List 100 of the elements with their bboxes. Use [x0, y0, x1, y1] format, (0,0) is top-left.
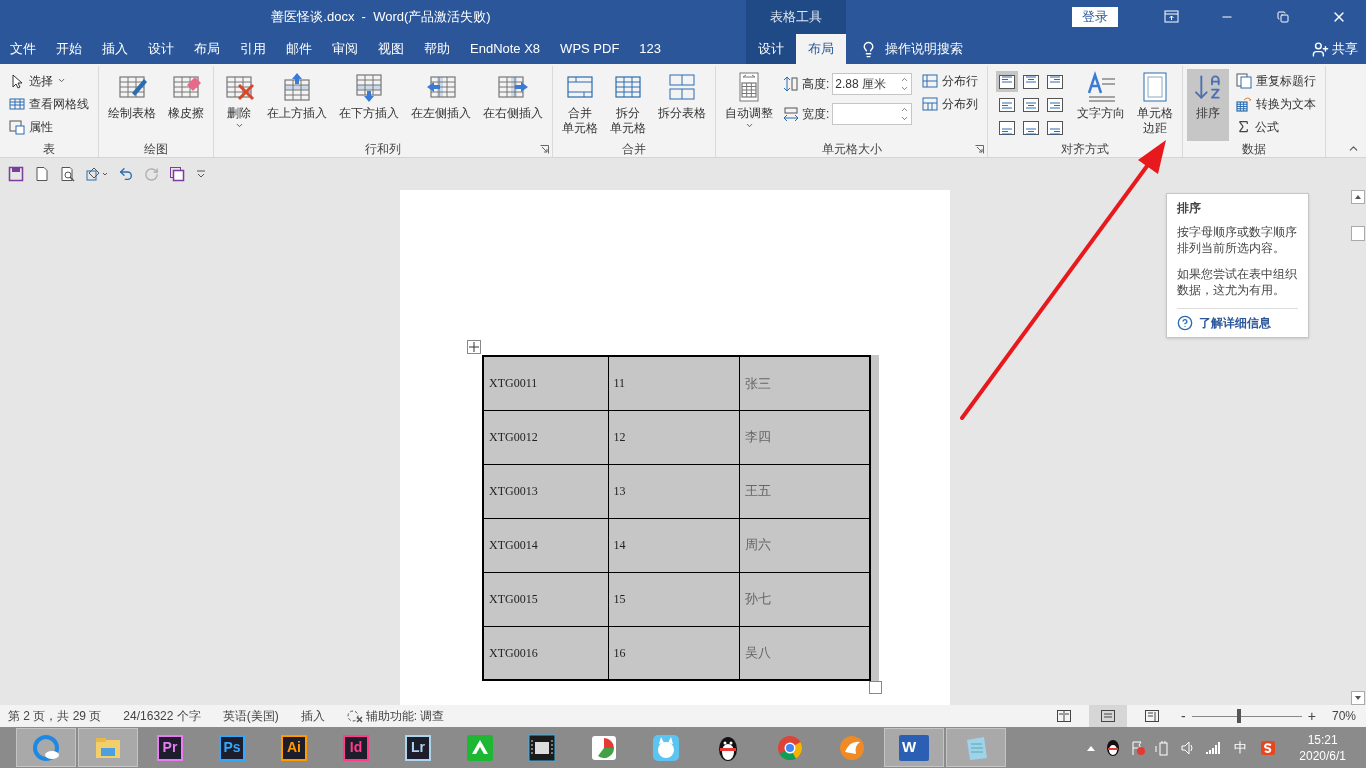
ribbon-tab[interactable]: 引用: [230, 34, 276, 64]
spinner-field[interactable]: 2.88 厘米: [832, 73, 913, 95]
table-cell: XTG0013: [483, 464, 608, 518]
dialog-launcher-icon[interactable]: [975, 145, 985, 154]
ribbon-button[interactable]: 分布列: [920, 92, 981, 115]
print-preview-icon[interactable]: [60, 166, 76, 182]
spin-down-icon[interactable]: [900, 114, 910, 123]
film-icon: [528, 733, 556, 762]
new-document-icon[interactable]: [34, 166, 50, 182]
zoom-in-button[interactable]: +: [1307, 705, 1316, 727]
ribbon-tab[interactable]: 插入: [92, 34, 138, 64]
table-move-handle-icon[interactable]: [467, 340, 481, 354]
ribbon-tab[interactable]: 审阅: [322, 34, 368, 64]
view-mode-icon: [1100, 709, 1117, 723]
app-badge-icon: Pr: [157, 734, 183, 761]
align-button[interactable]: [996, 71, 1019, 92]
save-all-icon[interactable]: [169, 166, 185, 182]
ribbon-button[interactable]: 橡皮擦: [163, 69, 209, 141]
window-title: 善医怪谈.docx - Word(产品激活失败): [271, 8, 491, 27]
ribbon-tab[interactable]: 开始: [46, 34, 92, 64]
taskbar-app[interactable]: Ai: [264, 728, 324, 767]
ribbon-tab[interactable]: 帮助: [414, 34, 460, 64]
zoom-slider[interactable]: [1191, 709, 1302, 723]
ribbon-tab[interactable]: 设计: [138, 34, 184, 64]
ribbon-tab[interactable]: WPS PDF: [550, 34, 630, 64]
insert-below-icon: [353, 71, 385, 103]
signal-icon[interactable]: [1205, 739, 1222, 756]
ribbon-button[interactable]: 文字方向: [1072, 69, 1131, 141]
dialog-launcher-icon[interactable]: [540, 145, 549, 154]
ribbon-button[interactable]: 重复标题行: [1234, 69, 1319, 92]
ribbon-button[interactable]: 删除: [218, 69, 260, 141]
taskbar-app[interactable]: W: [884, 728, 944, 767]
ribbon-button[interactable]: 属性: [7, 115, 91, 138]
view-mode-icon: [1144, 709, 1161, 723]
taskbar-app[interactable]: Id: [326, 728, 386, 767]
group-label: 数据: [1242, 141, 1267, 158]
ribbon-button[interactable]: 选择: [7, 69, 91, 92]
ribbon-button[interactable]: 在下方插入: [334, 69, 404, 141]
spin-up-icon[interactable]: [900, 75, 910, 84]
ribbon-tab[interactable]: 布局: [796, 34, 846, 64]
taskbar-app[interactable]: Lr: [388, 728, 448, 767]
sign-in-button[interactable]: 登录: [1072, 7, 1118, 27]
scroll-up-icon[interactable]: [1351, 190, 1365, 204]
save-icon[interactable]: [8, 166, 24, 182]
penguin-tray-icon[interactable]: [1105, 738, 1122, 757]
align-icon: [1047, 97, 1064, 112]
ribbon-tab[interactable]: 视图: [368, 34, 414, 64]
group-label: 单元格大小: [821, 141, 882, 158]
spin-up-icon[interactable]: [900, 105, 910, 114]
scroll-down-icon[interactable]: [1351, 691, 1365, 705]
ribbon-button[interactable]: 在左侧插入: [406, 69, 476, 141]
ribbon-button[interactable]: 分布行: [920, 69, 981, 92]
ribbon-button[interactable]: 在上方插入: [262, 69, 332, 141]
ribbon-button[interactable]: 合并 单元格: [557, 69, 603, 141]
taskbar-app[interactable]: Pr: [140, 728, 200, 767]
ribbon-button[interactable]: 排序: [1187, 69, 1230, 141]
scroll-thumb[interactable]: [1351, 226, 1365, 241]
learn-more-link[interactable]: 了解详细信息: [1199, 315, 1271, 331]
table-cell: 12: [608, 410, 739, 464]
ribbon-tab[interactable]: 设计: [746, 34, 796, 64]
customize-toolbar-icon[interactable]: [195, 168, 207, 180]
zoom-level[interactable]: 70%: [1331, 707, 1356, 725]
align-icon: [1023, 74, 1040, 89]
accessibility-icon[interactable]: [346, 709, 363, 723]
ribbon-button[interactable]: 自动调整: [720, 69, 778, 141]
flag-error-icon[interactable]: [1130, 739, 1147, 756]
spinner-field[interactable]: [832, 103, 913, 125]
undo-icon[interactable]: [118, 166, 134, 182]
align-icon: [1047, 74, 1064, 89]
spin-down-icon[interactable]: [900, 84, 910, 93]
ribbon-button[interactable]: 单元格 边距: [1132, 69, 1179, 141]
input-logo-icon[interactable]: [1260, 739, 1277, 756]
view-button[interactable]: [1089, 705, 1128, 727]
shapes-icon[interactable]: [86, 166, 108, 182]
zoom-thumb[interactable]: [1237, 709, 1242, 723]
vertical-scrollbar[interactable]: [1350, 190, 1366, 705]
taskbar-app[interactable]: Ps: [202, 728, 262, 767]
ribbon-button[interactable]: 绘制表格: [103, 69, 161, 141]
word-icon: W: [899, 734, 929, 761]
zoom-out-button[interactable]: -: [1181, 705, 1186, 727]
ribbon-tab[interactable]: 布局: [184, 34, 230, 64]
ribbon-button[interactable]: 拆分表格: [653, 69, 711, 141]
ribbon-button[interactable]: 公式: [1234, 115, 1319, 138]
ribbon-tab[interactable]: 123: [629, 34, 672, 64]
ribbon-button[interactable]: 拆分 单元格: [605, 69, 651, 141]
help-icon: [1177, 315, 1193, 331]
accessibility-status[interactable]: 辅助功能: 调查: [365, 707, 445, 725]
ribbon-button[interactable]: 查看网格线: [7, 92, 91, 115]
ribbon-button[interactable]: 在右侧插入: [478, 69, 548, 141]
status-text: 第 2 页，共 29 页: [8, 708, 102, 725]
align-icon: [999, 120, 1016, 135]
table-resize-handle[interactable]: [869, 681, 882, 694]
ribbon-tab[interactable]: EndNote X8: [460, 34, 551, 64]
share-button[interactable]: 共享: [1312, 34, 1358, 64]
pie-chart-icon: [590, 733, 618, 762]
status-text: 插入: [300, 708, 325, 725]
ribbon-tab[interactable]: 文件: [0, 34, 46, 64]
tell-me-search[interactable]: 操作说明搜索: [860, 34, 963, 64]
ribbon-tab[interactable]: 邮件: [276, 34, 322, 64]
ribbon-button[interactable]: 转换为文本: [1234, 92, 1319, 115]
